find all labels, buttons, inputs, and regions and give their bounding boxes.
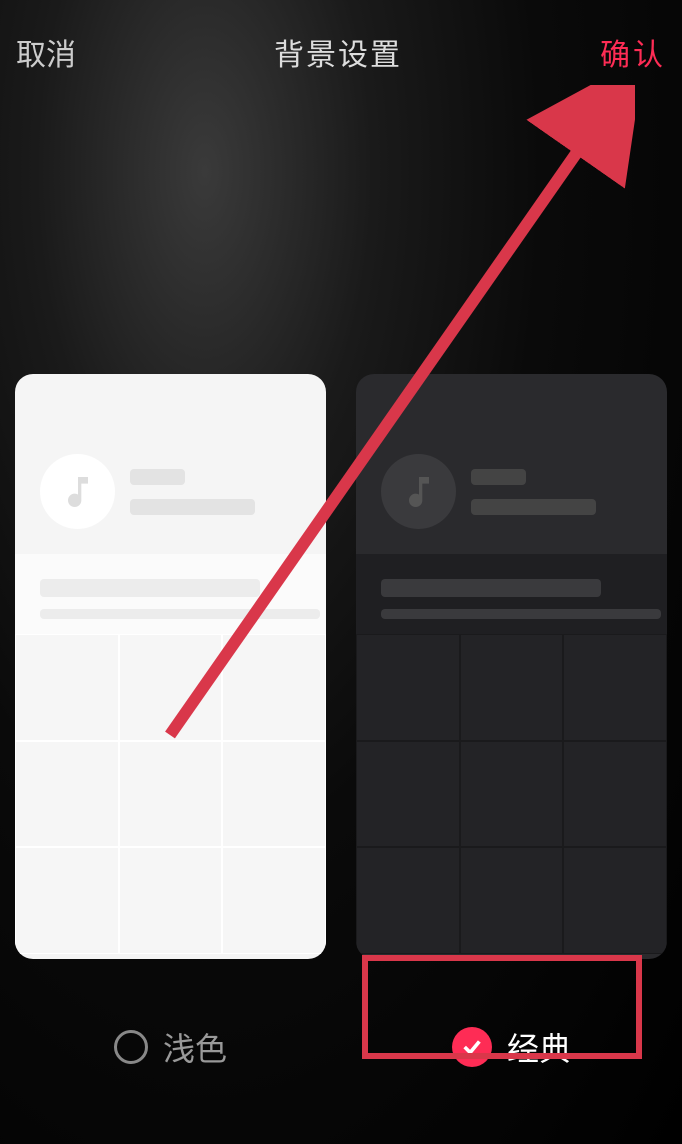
radio-unchecked-icon bbox=[114, 1030, 148, 1064]
music-note-icon bbox=[40, 454, 115, 529]
theme-label-classic: 经典 bbox=[507, 1024, 571, 1070]
theme-label-light: 浅色 bbox=[163, 1024, 227, 1070]
theme-radio-light[interactable]: 浅色 bbox=[15, 999, 326, 1095]
page-title: 背景设置 bbox=[274, 30, 402, 74]
preview-body bbox=[15, 554, 326, 634]
preview-grid bbox=[356, 634, 667, 954]
preview-grid bbox=[15, 634, 326, 954]
theme-labels: 浅色 经典 bbox=[0, 959, 682, 1095]
preview-text-lines bbox=[130, 469, 301, 515]
cancel-button[interactable]: 取消 bbox=[16, 30, 76, 74]
header: 取消 背景设置 确认 bbox=[0, 0, 682, 94]
theme-card-classic[interactable] bbox=[356, 374, 667, 959]
preview-header bbox=[356, 374, 667, 554]
radio-checked-icon bbox=[452, 1027, 492, 1067]
preview-header bbox=[15, 374, 326, 554]
theme-options bbox=[0, 94, 682, 959]
preview-text-lines bbox=[471, 469, 642, 515]
confirm-button[interactable]: 确认 bbox=[600, 30, 666, 74]
theme-radio-classic[interactable]: 经典 bbox=[356, 999, 667, 1095]
music-note-icon bbox=[381, 454, 456, 529]
preview-body bbox=[356, 554, 667, 634]
theme-card-light[interactable] bbox=[15, 374, 326, 959]
